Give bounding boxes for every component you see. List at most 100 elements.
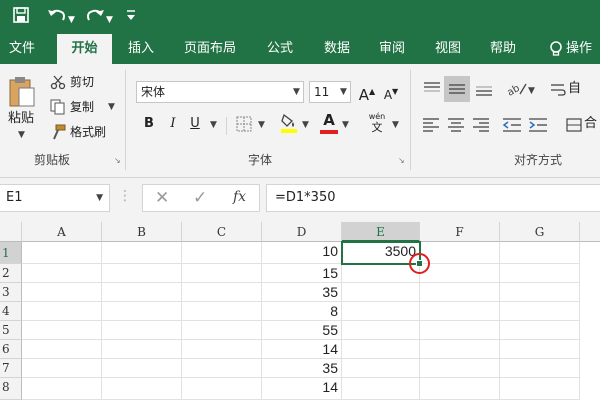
bold-button[interactable]: B (138, 113, 160, 135)
align-right-icon[interactable] (472, 117, 490, 137)
column-header-f[interactable]: F (420, 222, 500, 242)
cell-a6[interactable] (22, 340, 102, 359)
name-box[interactable]: E1 ▼ (0, 184, 110, 212)
orientation-dropdown-icon[interactable]: ▼ (528, 86, 535, 96)
cell-f3[interactable] (420, 283, 500, 302)
cell-d7[interactable]: 35 (262, 359, 342, 378)
undo-icon[interactable] (46, 6, 68, 29)
underline-button[interactable]: U (184, 113, 206, 135)
cancel-icon[interactable]: ✕ (155, 188, 169, 208)
cell-b4[interactable] (102, 302, 182, 321)
column-header-a[interactable]: A (22, 222, 102, 242)
insert-function-button[interactable]: fx (233, 189, 246, 205)
increase-font-size-button[interactable]: A▲ (356, 81, 378, 104)
cell-c5[interactable] (182, 321, 262, 340)
phonetic-guide-icon[interactable]: wén 文 (366, 112, 388, 134)
cell-e8[interactable] (342, 378, 420, 400)
cell-c2[interactable] (182, 264, 262, 283)
fill-color-icon[interactable] (280, 112, 298, 138)
align-left-icon[interactable] (422, 117, 440, 137)
cell-f2[interactable] (420, 264, 500, 283)
merge-center-icon[interactable] (566, 117, 582, 137)
font-color-dropdown-icon[interactable]: ▼ (342, 120, 349, 130)
borders-dropdown-icon[interactable]: ▼ (258, 120, 265, 130)
cell-a8[interactable] (22, 378, 102, 400)
decrease-font-size-button[interactable]: A▼ (380, 81, 402, 103)
cell-g3[interactable] (500, 283, 580, 302)
cell-e3[interactable] (342, 283, 420, 302)
increase-indent-icon[interactable] (528, 117, 548, 137)
fill-color-dropdown-icon[interactable]: ▼ (302, 120, 309, 130)
row-header-7[interactable]: 7 (0, 359, 22, 378)
tab-insert[interactable]: 插入 (115, 34, 167, 64)
row-header-2[interactable]: 2 (0, 264, 22, 283)
cell-a7[interactable] (22, 359, 102, 378)
align-bottom-icon[interactable] (474, 80, 494, 102)
cell-b3[interactable] (102, 283, 182, 302)
cell-f5[interactable] (420, 321, 500, 340)
cell-a3[interactable] (22, 283, 102, 302)
cell-g8[interactable] (500, 378, 580, 400)
orientation-icon[interactable]: ab (505, 80, 528, 102)
cell-g1[interactable] (500, 242, 580, 264)
cell-d3[interactable]: 35 (262, 283, 342, 302)
cell-f4[interactable] (420, 302, 500, 321)
row-header-6[interactable]: 6 (0, 340, 22, 359)
column-header-d[interactable]: D (262, 222, 342, 242)
cell-b1[interactable] (102, 242, 182, 264)
cell-d2[interactable]: 15 (262, 264, 342, 283)
cell-f6[interactable] (420, 340, 500, 359)
cell-g7[interactable] (500, 359, 580, 378)
customize-icon[interactable] (126, 8, 136, 29)
font-size-dropdown-icon[interactable]: ▼ (340, 87, 347, 97)
cell-e5[interactable] (342, 321, 420, 340)
cell-e6[interactable] (342, 340, 420, 359)
decrease-indent-icon[interactable] (502, 117, 522, 137)
cell-f8[interactable] (420, 378, 500, 400)
copy-icon[interactable] (50, 99, 66, 119)
cell-d1[interactable]: 10 (262, 242, 342, 264)
cell-c6[interactable] (182, 340, 262, 359)
cell-b8[interactable] (102, 378, 182, 400)
tab-help[interactable]: 帮助 (477, 34, 529, 64)
copy-button[interactable]: 复制 (70, 98, 94, 116)
font-name-dropdown-icon[interactable]: ▼ (293, 87, 300, 97)
cell-a4[interactable] (22, 302, 102, 321)
borders-icon[interactable] (236, 116, 252, 136)
save-icon[interactable] (12, 6, 30, 29)
formula-input[interactable]: =D1*350 (266, 184, 600, 212)
cell-c4[interactable] (182, 302, 262, 321)
align-top-icon[interactable] (422, 80, 442, 102)
font-launcher-icon[interactable]: ↘ (398, 156, 405, 165)
lightbulb-icon[interactable] (546, 34, 566, 64)
column-header-e[interactable]: E (342, 222, 420, 242)
cell-a2[interactable] (22, 264, 102, 283)
cell-b7[interactable] (102, 359, 182, 378)
underline-dropdown-icon[interactable]: ▼ (210, 120, 217, 130)
row-header-4[interactable]: 4 (0, 302, 22, 321)
merge-center-button[interactable]: 合 (584, 115, 597, 133)
align-center-icon[interactable] (447, 117, 465, 137)
row-header-8[interactable]: 8 (0, 378, 22, 400)
cell-g5[interactable] (500, 321, 580, 340)
cell-b2[interactable] (102, 264, 182, 283)
cell-d4[interactable]: 8 (262, 302, 342, 321)
cell-e2[interactable] (342, 264, 420, 283)
paste-button[interactable]: 粘贴 (8, 110, 34, 128)
cell-e7[interactable] (342, 359, 420, 378)
tab-view[interactable]: 视图 (422, 34, 474, 64)
redo-icon[interactable] (84, 6, 106, 29)
row-header-1[interactable]: 1 (0, 242, 22, 264)
cell-a5[interactable] (22, 321, 102, 340)
cut-icon[interactable] (50, 74, 66, 94)
tab-formulas[interactable]: 公式 (254, 34, 306, 64)
cell-c7[interactable] (182, 359, 262, 378)
tab-review[interactable]: 审阅 (366, 34, 418, 64)
wrap-text-button[interactable]: 自 (568, 80, 581, 98)
cell-b5[interactable] (102, 321, 182, 340)
cut-button[interactable]: 剪切 (70, 73, 94, 91)
select-all-corner[interactable] (0, 222, 22, 242)
cell-d5[interactable]: 55 (262, 321, 342, 340)
tab-data[interactable]: 数据 (311, 34, 363, 64)
cell-g2[interactable] (500, 264, 580, 283)
